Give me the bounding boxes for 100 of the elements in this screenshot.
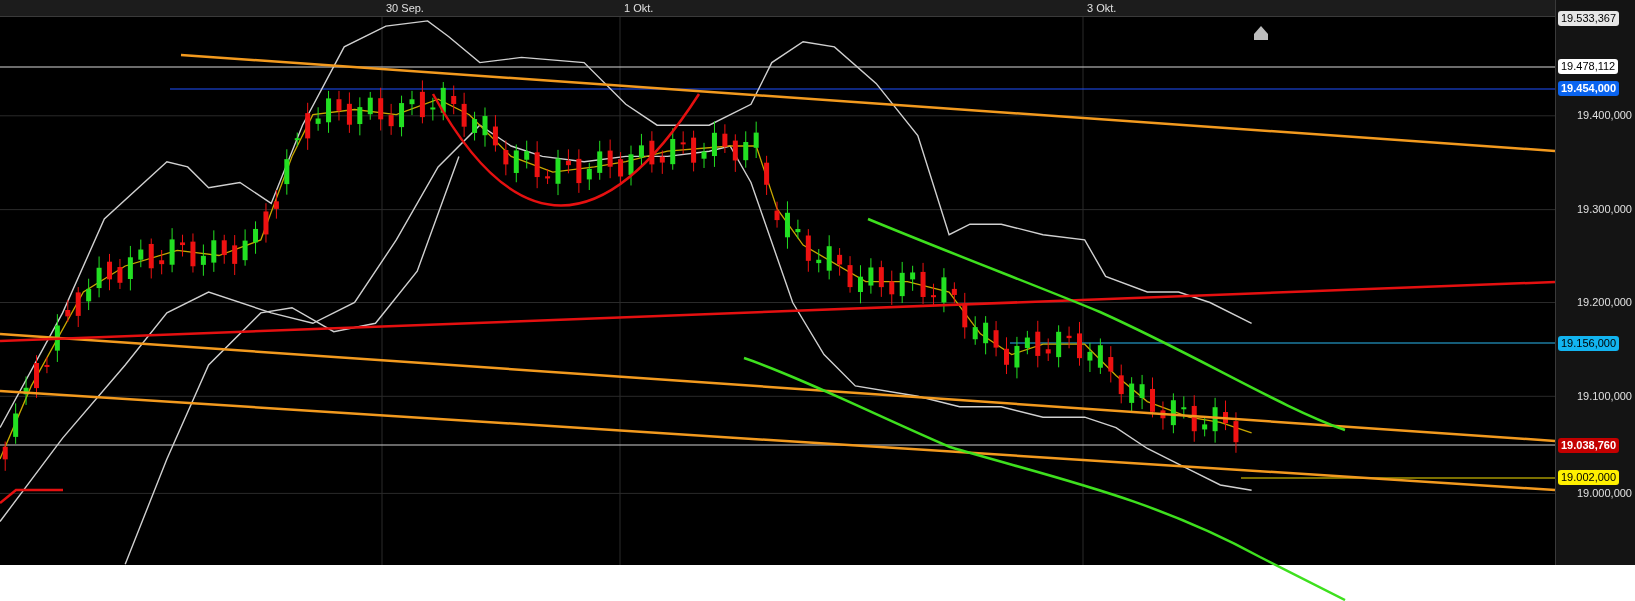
- candlestick: [1233, 411, 1239, 454]
- price-tag: 19.533,367: [1558, 11, 1620, 27]
- candlestick: [931, 283, 936, 307]
- candlestick: [399, 95, 405, 137]
- candlestick: [711, 120, 717, 168]
- candlestick: [1077, 321, 1082, 367]
- candlestick: [440, 81, 446, 121]
- candlestick: [273, 189, 279, 220]
- candlestick: [628, 145, 634, 186]
- price-tick-label: 19.100,000: [1576, 388, 1632, 404]
- pentagon-marker-icon: [1254, 26, 1268, 40]
- candlestick: [34, 354, 39, 399]
- price-tag: 19.454,000: [1558, 81, 1620, 97]
- candlestick: [232, 234, 238, 276]
- candlestick: [837, 247, 843, 277]
- candlestick: [1097, 337, 1103, 375]
- candlestick: [1035, 320, 1041, 368]
- candlestick: [1181, 395, 1187, 419]
- candlestick: [75, 286, 81, 328]
- candlestick: [378, 87, 384, 131]
- candlestick: [1129, 376, 1135, 413]
- price-tag: 19.002,000: [1558, 470, 1620, 486]
- candlestick: [180, 234, 186, 257]
- candlestick: [253, 220, 259, 255]
- candlestick: [148, 238, 154, 279]
- candlestick: [1108, 345, 1114, 383]
- candlestick: [701, 142, 707, 169]
- candlestick: [54, 313, 60, 363]
- candlestick: [1212, 397, 1218, 444]
- candlestick: [764, 155, 770, 196]
- candlestick: [784, 200, 790, 250]
- candlestick: [910, 265, 916, 292]
- candlestick: [972, 315, 978, 346]
- candlestick: [691, 130, 697, 172]
- candlestick: [169, 227, 175, 273]
- candlestick: [680, 130, 686, 155]
- candlestick: [1014, 336, 1020, 379]
- candlestick: [962, 292, 968, 340]
- candlestick: [878, 260, 884, 298]
- candlestick: [315, 106, 321, 132]
- candlestick: [1024, 330, 1030, 355]
- candlestick: [200, 244, 206, 277]
- candlestick: [722, 123, 728, 154]
- candlestick: [482, 107, 488, 148]
- candlestick: [23, 375, 29, 406]
- candlestick: [388, 103, 394, 136]
- candlestick: [242, 228, 248, 267]
- price-tick-label: 19.300,000: [1576, 202, 1632, 218]
- candlestick: [1004, 336, 1009, 375]
- candlestick: [1202, 417, 1208, 437]
- candlestick: [899, 261, 905, 304]
- candlestick: [305, 102, 311, 151]
- candlestick: [993, 320, 999, 357]
- candlestick: [513, 144, 519, 183]
- candlestick: [1066, 326, 1072, 349]
- price-tag: 19.038,760: [1558, 437, 1620, 453]
- price-tag: 19.156,000: [1558, 335, 1620, 351]
- candlestick: [1170, 392, 1176, 434]
- candlestick: [65, 299, 71, 323]
- price-tick-label: 19.400,000: [1576, 108, 1632, 124]
- candlestick: [221, 234, 227, 265]
- candlestick: [858, 264, 863, 304]
- candlestick: [565, 148, 571, 174]
- candlestick: [795, 219, 801, 239]
- candlestick: [659, 150, 665, 175]
- candlestick: [1139, 374, 1145, 410]
- candlestick: [284, 148, 290, 196]
- candlestick: [2, 441, 8, 472]
- candlestick: [409, 90, 415, 116]
- candlestick: [555, 149, 561, 196]
- candlestick: [753, 121, 759, 159]
- candlestick: [44, 356, 50, 374]
- candlestick: [618, 151, 624, 184]
- candlestick: [774, 201, 780, 229]
- candlestick: [1056, 324, 1062, 368]
- price-tag: 19.478,112: [1558, 59, 1619, 75]
- price-tick-label: 19.200,000: [1576, 295, 1632, 310]
- candlestick: [86, 278, 92, 311]
- candlestick: [1045, 337, 1051, 362]
- time-label: 3 Okt.: [1087, 1, 1117, 15]
- time-label: 30 Sep.: [386, 1, 424, 15]
- candlestick: [576, 148, 582, 194]
- candlestick: [951, 281, 957, 304]
- candlestick: [1118, 364, 1124, 404]
- candlestick: [586, 162, 592, 191]
- candlestick: [419, 79, 425, 124]
- candlestick: [211, 229, 217, 273]
- candlestick: [159, 249, 165, 275]
- candlestick: [1160, 401, 1166, 431]
- candlestick: [868, 257, 874, 295]
- candlestick: [983, 315, 989, 355]
- candlestick: [492, 114, 498, 153]
- candlestick: [294, 132, 300, 147]
- candlestick: [670, 127, 676, 171]
- candlestick: [1150, 377, 1155, 418]
- candlestick: [1191, 394, 1197, 443]
- candlestick: [1223, 400, 1229, 431]
- candlestick: [920, 262, 926, 305]
- candlestick: [524, 140, 530, 169]
- candlestick: [263, 202, 269, 244]
